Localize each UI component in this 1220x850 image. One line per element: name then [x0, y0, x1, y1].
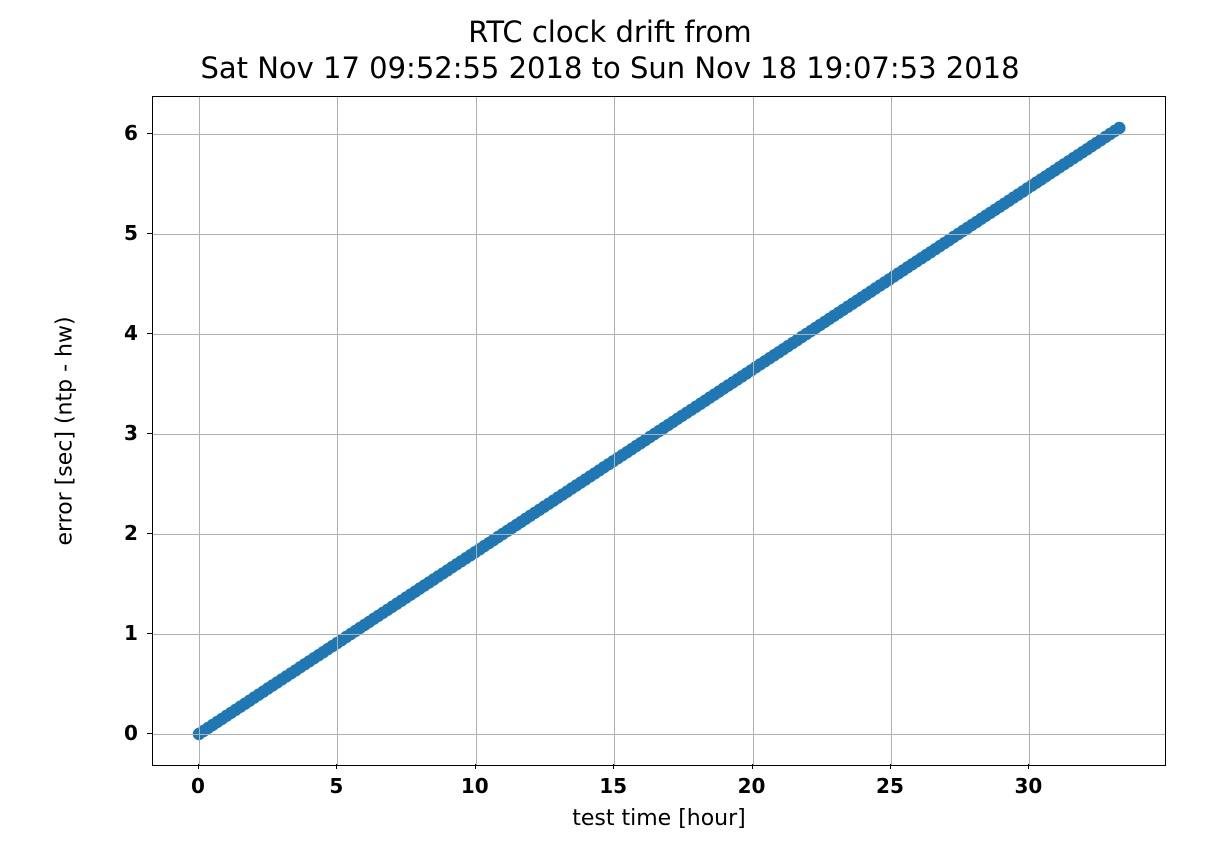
x-axis-label: test time [hour] — [152, 806, 1166, 831]
x-tick-label: 5 — [329, 774, 343, 798]
x-tick — [613, 764, 614, 769]
x-tick-label: 15 — [599, 774, 627, 798]
gridline-vertical — [337, 97, 338, 765]
y-tick — [147, 633, 152, 634]
gridline-vertical — [891, 97, 892, 765]
y-tick — [147, 133, 152, 134]
x-tick — [890, 764, 891, 769]
y-tick — [147, 533, 152, 534]
x-tick-label: 20 — [738, 774, 766, 798]
y-tick-label: 3 — [124, 421, 138, 445]
x-tick-label: 0 — [191, 774, 205, 798]
x-tick — [198, 764, 199, 769]
y-tick-label: 4 — [124, 321, 138, 345]
gridline-horizontal — [153, 534, 1165, 535]
y-tick-label: 5 — [124, 221, 138, 245]
gridline-horizontal — [153, 434, 1165, 435]
y-axis-label: error [sec] (ntp - hw) — [52, 96, 78, 766]
x-tick-label: 30 — [1014, 774, 1042, 798]
data-points — [153, 97, 1165, 765]
chart-figure: RTC clock drift from Sat Nov 17 09:52:55… — [0, 0, 1220, 850]
gridline-vertical — [199, 97, 200, 765]
y-tick-label: 1 — [124, 621, 138, 645]
gridline-vertical — [614, 97, 615, 765]
x-tick — [752, 764, 753, 769]
chart-title-line2: Sat Nov 17 09:52:55 2018 to Sun Nov 18 1… — [200, 51, 1019, 85]
x-tick-label: 25 — [876, 774, 904, 798]
gridline-horizontal — [153, 334, 1165, 335]
x-tick — [475, 764, 476, 769]
y-tick-label: 6 — [124, 121, 138, 145]
x-tick — [1028, 764, 1029, 769]
gridline-horizontal — [153, 734, 1165, 735]
x-tick-label: 10 — [461, 774, 489, 798]
gridline-vertical — [1029, 97, 1030, 765]
gridline-vertical — [476, 97, 477, 765]
y-axis-label-text: error [sec] (ntp - hw) — [53, 316, 78, 545]
gridline-vertical — [753, 97, 754, 765]
y-tick — [147, 233, 152, 234]
y-tick-label: 2 — [124, 521, 138, 545]
chart-title-line1: RTC clock drift from — [468, 15, 751, 49]
gridline-horizontal — [153, 134, 1165, 135]
y-tick — [147, 433, 152, 434]
x-tick — [336, 764, 337, 769]
y-tick — [147, 733, 152, 734]
gridline-horizontal — [153, 634, 1165, 635]
chart-title: RTC clock drift from Sat Nov 17 09:52:55… — [0, 14, 1220, 87]
y-tick-label: 0 — [124, 721, 138, 745]
y-tick — [147, 333, 152, 334]
gridline-horizontal — [153, 234, 1165, 235]
plot-area — [152, 96, 1166, 766]
